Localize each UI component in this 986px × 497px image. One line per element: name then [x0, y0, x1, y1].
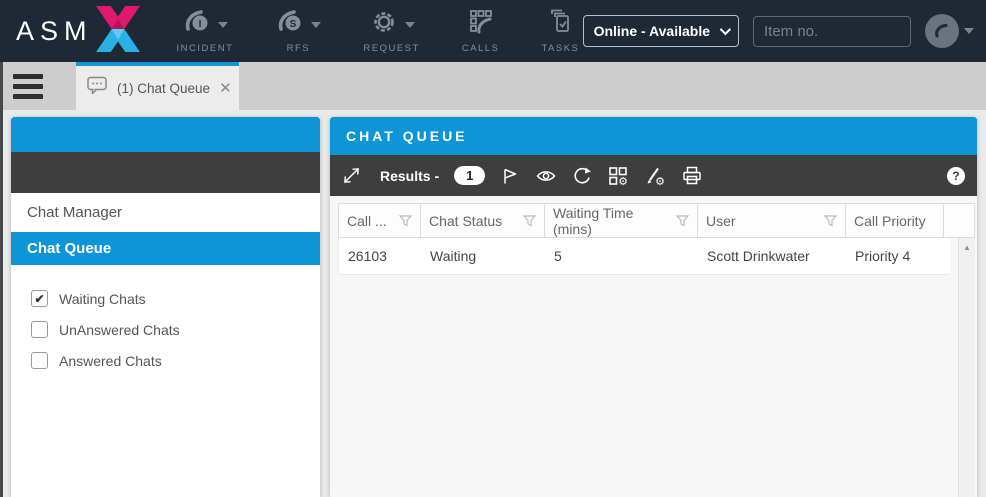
quick-call-caret-icon[interactable] — [964, 28, 974, 34]
filter-answered-chats[interactable]: Answered Chats — [11, 345, 320, 376]
cell-call-number: 26103 — [339, 238, 421, 274]
collapse-toolbar-icon[interactable] — [342, 166, 361, 185]
nav-item-calls[interactable]: CALLS — [462, 9, 500, 54]
filter-funnel-icon — [399, 215, 412, 227]
content-area: Chat Manager Chat Queue ✔ Waiting Chats … — [0, 110, 986, 497]
cell-waiting-time: 5 — [545, 238, 698, 274]
chat-bubble-icon — [87, 76, 108, 100]
results-label: Results - — [380, 168, 439, 184]
asm-logo-text: ASM — [16, 16, 93, 47]
preview-eye-icon[interactable] — [535, 166, 557, 186]
nav-item-request[interactable]: REQUEST — [363, 9, 419, 54]
scroll-up-icon[interactable]: ▲ — [959, 238, 975, 252]
rfs-phone-icon: S — [275, 7, 305, 42]
svg-text:⚙: ⚙ — [618, 176, 628, 187]
svg-text:⚙: ⚙ — [655, 176, 665, 187]
column-settings-icon[interactable]: ⚙ — [607, 165, 629, 187]
phone-icon — [925, 14, 959, 48]
print-icon[interactable] — [681, 165, 703, 186]
filter-unanswered-chats[interactable]: UnAnswered Chats — [11, 314, 320, 345]
edit-settings-icon[interactable]: ⚙ — [644, 165, 666, 187]
incident-caret-icon[interactable] — [218, 22, 228, 28]
tab-chat-queue[interactable]: (1) Chat Queue ✕ — [76, 62, 239, 110]
nav-label-rfs: RFS — [287, 43, 311, 54]
asm-logo[interactable]: ASM — [16, 5, 141, 58]
flag-icon[interactable] — [500, 166, 520, 186]
results-table-zone: Call ... Chat Status Waiting Time (mins)… — [330, 196, 977, 497]
filter-funnel-icon — [824, 215, 837, 227]
chevron-down-icon — [720, 24, 731, 35]
svg-text:S: S — [290, 19, 297, 30]
topbar-right-controls: Online - Available — [583, 14, 974, 48]
rfs-caret-icon[interactable] — [311, 22, 321, 28]
filter-waiting-chats[interactable]: ✔ Waiting Chats — [11, 283, 320, 314]
column-header-waiting-time[interactable]: Waiting Time (mins) — [545, 204, 698, 237]
cell-chat-status: Waiting — [421, 238, 545, 274]
menu-hamburger-button[interactable] — [0, 62, 56, 110]
column-header-filler — [944, 204, 974, 237]
filter-label: UnAnswered Chats — [59, 322, 180, 338]
sidebar-toolbar-band — [11, 152, 320, 193]
request-caret-icon[interactable] — [405, 22, 415, 28]
table-header-row: Call ... Chat Status Waiting Time (mins)… — [338, 203, 975, 238]
availability-value: Online - Available — [594, 23, 710, 39]
cell-call-priority: Priority 4 — [846, 238, 944, 274]
chat-filter-list: ✔ Waiting Chats UnAnswered Chats Answere… — [11, 283, 320, 376]
incident-phone-icon: I — [182, 7, 212, 42]
sidebar-item-chat-manager[interactable]: Chat Manager — [11, 196, 320, 229]
refresh-icon[interactable] — [572, 166, 592, 186]
nav-label-request: REQUEST — [363, 43, 419, 54]
primary-nav: I INCIDENT S RFS — [177, 9, 580, 54]
sidebar-item-chat-queue[interactable]: Chat Queue — [11, 232, 320, 265]
nav-item-tasks[interactable]: TASKS — [541, 9, 579, 54]
svg-text:I: I — [199, 19, 202, 30]
tab-close-icon[interactable]: ✕ — [219, 79, 232, 97]
nav-label-tasks: TASKS — [541, 43, 579, 54]
nav-label-calls: CALLS — [462, 43, 500, 54]
tab-strip: (1) Chat Queue ✕ — [0, 62, 986, 110]
help-button[interactable]: ? — [947, 167, 965, 185]
request-gear-icon — [369, 7, 399, 42]
table-row[interactable]: 26103 Waiting 5 Scott Drinkwater Priorit… — [338, 238, 950, 275]
quick-call-button[interactable] — [925, 14, 974, 48]
top-bar: ASM I INCIDENT — [0, 0, 986, 62]
panel-title: CHAT QUEUE — [346, 128, 468, 144]
answered-chats-checkbox[interactable] — [31, 352, 48, 369]
tab-label: (1) Chat Queue — [117, 81, 210, 96]
column-header-chat-status[interactable]: Chat Status — [421, 204, 545, 237]
nav-item-incident[interactable]: I INCIDENT — [177, 9, 234, 54]
panel-title-bar: CHAT QUEUE — [330, 117, 977, 155]
filter-label: Waiting Chats — [59, 291, 146, 307]
waiting-chats-checkbox[interactable]: ✔ — [31, 290, 48, 307]
chat-queue-panel: CHAT QUEUE Results - 1 — [330, 117, 977, 497]
results-count-badge[interactable]: 1 — [454, 166, 485, 185]
asm-x-logo-icon — [95, 5, 141, 58]
calls-dialpad-icon — [466, 7, 496, 42]
results-toolbar: Results - 1 — [330, 155, 977, 196]
column-header-call-number[interactable]: Call ... — [339, 204, 421, 237]
sidebar-header-band — [11, 117, 320, 152]
item-number-input[interactable] — [753, 16, 911, 47]
table-scrollbar[interactable]: ▲ — [958, 238, 975, 497]
filter-funnel-icon — [676, 215, 689, 227]
column-header-call-priority[interactable]: Call Priority — [846, 204, 944, 237]
tasks-documents-icon — [545, 7, 575, 42]
filter-label: Answered Chats — [59, 353, 162, 369]
nav-item-rfs[interactable]: S RFS — [275, 9, 321, 54]
availability-select[interactable]: Online - Available — [583, 15, 739, 47]
column-header-user[interactable]: User — [698, 204, 846, 237]
filter-funnel-icon — [523, 215, 536, 227]
left-edge-divider — [0, 62, 3, 497]
chat-sidebar-panel: Chat Manager Chat Queue ✔ Waiting Chats … — [11, 117, 320, 497]
unanswered-chats-checkbox[interactable] — [31, 321, 48, 338]
nav-label-incident: INCIDENT — [177, 43, 234, 54]
cell-user: Scott Drinkwater — [698, 238, 846, 274]
